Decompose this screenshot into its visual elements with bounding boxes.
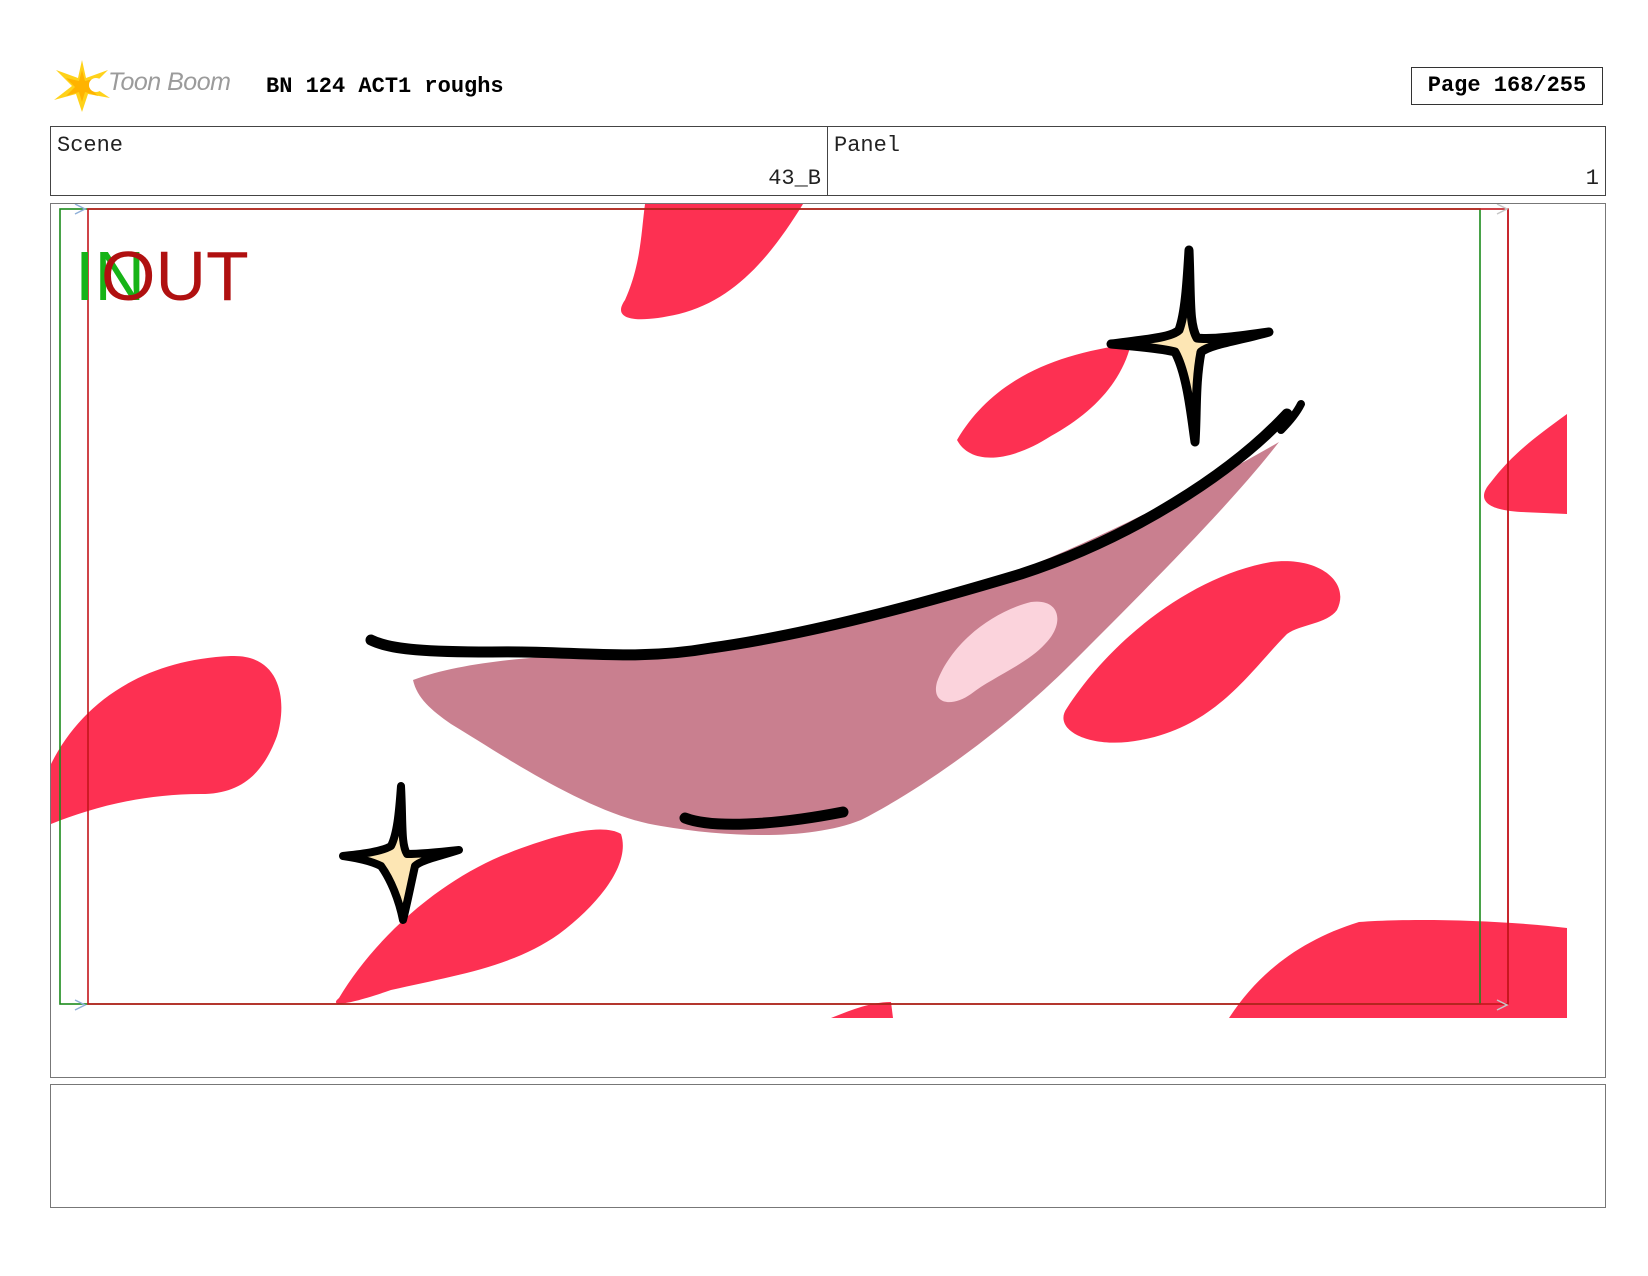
out-marker: OUT — [101, 237, 249, 315]
page-number: Page 168/255 — [1411, 67, 1603, 105]
sparkle-large — [1106, 245, 1274, 447]
panel-notes — [50, 1084, 1606, 1208]
toon-boom-burst-icon — [54, 60, 110, 112]
panel-cell: Panel 1 — [828, 127, 1605, 195]
panel-label: Panel — [834, 133, 901, 158]
petal — [957, 344, 1131, 458]
scene-cell: Scene 43_B — [51, 127, 828, 195]
petal — [1483, 414, 1567, 514]
petal — [51, 655, 282, 824]
scene-value: 43_B — [768, 166, 821, 191]
logo-text: Toon Boom — [108, 68, 231, 96]
storyboard-panel: IN OUT — [50, 203, 1606, 1078]
scene-label: Scene — [57, 133, 124, 158]
panel-value: 1 — [1585, 166, 1599, 191]
scene-panel-info: Scene 43_B Panel 1 — [50, 126, 1606, 196]
petal — [621, 204, 803, 320]
panel-drawing: IN OUT — [51, 204, 1567, 1018]
frame-arrow-icon — [74, 999, 87, 1011]
toon-boom-logo: Toon Boom — [52, 58, 252, 114]
document-title: BN 124 ACT1 roughs — [266, 74, 504, 99]
